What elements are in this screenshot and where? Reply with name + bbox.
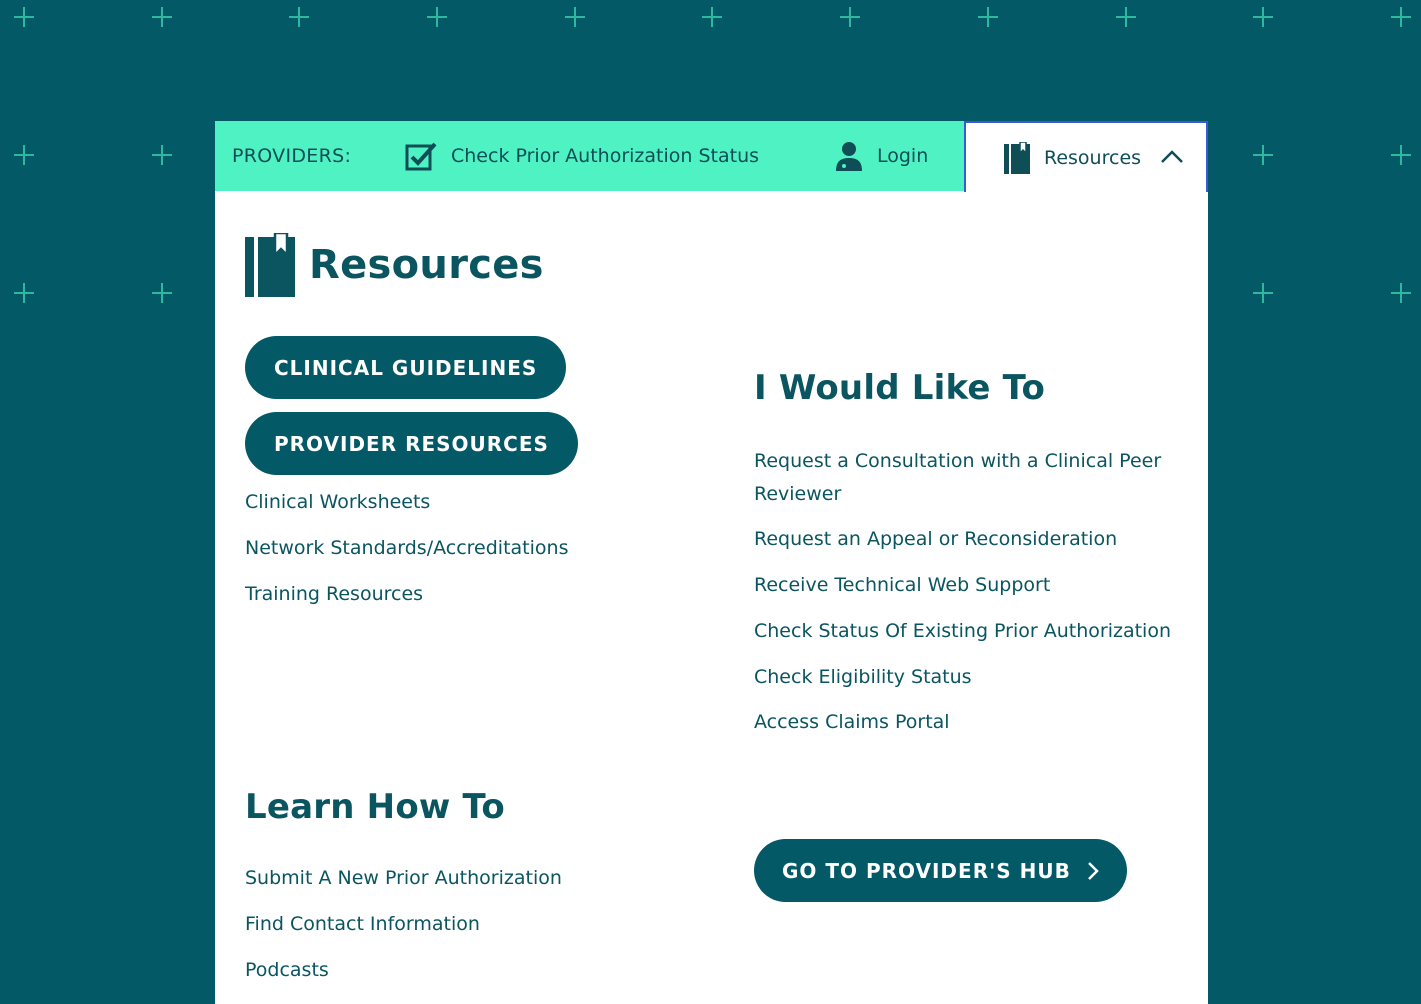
plus-decoration [702, 7, 722, 27]
find-contact-link[interactable]: Find Contact Information [245, 913, 480, 935]
training-resources-link[interactable]: Training Resources [245, 583, 423, 605]
plus-decoration [14, 283, 34, 303]
checkbox-check-icon [405, 142, 437, 171]
check-prior-auth-label: Check Prior Authorization Status [451, 145, 760, 167]
page-title: Resources [309, 242, 544, 288]
plus-decoration [1391, 283, 1411, 303]
chevron-up-icon [1161, 150, 1183, 163]
plus-decoration [152, 145, 172, 165]
learn-how-heading: Learn How To [245, 787, 505, 827]
provider-resources-button[interactable]: PROVIDER RESOURCES [245, 412, 578, 475]
plus-decoration [427, 7, 447, 27]
plus-decoration [978, 7, 998, 27]
request-appeal-link[interactable]: Request an Appeal or Reconsideration [754, 528, 1117, 550]
podcasts-link[interactable]: Podcasts [245, 959, 329, 981]
request-consultation-link[interactable]: Request a Consultation with a Clinical P… [754, 445, 1184, 511]
submit-prior-auth-link[interactable]: Submit A New Prior Authorization [245, 867, 562, 889]
chevron-right-icon [1087, 861, 1099, 880]
clinical-worksheets-link[interactable]: Clinical Worksheets [245, 491, 430, 513]
plus-decoration [152, 283, 172, 303]
providers-hub-button[interactable]: GO TO PROVIDER'S HUB [754, 839, 1127, 902]
doctor-icon [836, 142, 862, 171]
provider-topbar: PROVIDERS: Check Prior Authorization Sta… [215, 121, 1208, 192]
login-link[interactable]: Login [835, 121, 928, 191]
plus-decoration [840, 7, 860, 27]
plus-decoration [1253, 145, 1273, 165]
technical-support-link[interactable]: Receive Technical Web Support [754, 574, 1050, 596]
claims-portal-link[interactable]: Access Claims Portal [754, 711, 950, 733]
clinical-guidelines-button[interactable]: CLINICAL GUIDELINES [245, 336, 567, 399]
providers-hub-label: GO TO PROVIDER'S HUB [782, 858, 1071, 883]
plus-decoration [152, 7, 172, 27]
login-label: Login [877, 145, 929, 167]
plus-decoration [1391, 7, 1411, 27]
check-existing-auth-link[interactable]: Check Status Of Existing Prior Authoriza… [754, 620, 1171, 642]
book-icon [245, 233, 295, 297]
resources-heading: Resources [245, 233, 544, 297]
plus-decoration [1253, 283, 1273, 303]
would-like-heading: I Would Like To [754, 368, 1046, 408]
providers-label: PROVIDERS: [232, 145, 352, 167]
resources-menu-panel: PROVIDERS: Check Prior Authorization Sta… [215, 121, 1208, 1004]
resources-tab-label: Resources [1044, 146, 1142, 169]
plus-decoration [1116, 7, 1136, 27]
plus-decoration [565, 7, 585, 27]
check-eligibility-link[interactable]: Check Eligibility Status [754, 666, 972, 688]
plus-decoration [1391, 145, 1411, 165]
network-standards-link[interactable]: Network Standards/Accreditations [245, 537, 568, 559]
check-prior-auth-link[interactable]: Check Prior Authorization Status [405, 121, 759, 191]
plus-decoration [1253, 7, 1273, 27]
plus-decoration [14, 145, 34, 165]
plus-decoration [289, 7, 309, 27]
book-icon [1004, 141, 1030, 174]
resources-dropdown-tab[interactable]: Resources [964, 121, 1208, 192]
plus-decoration [14, 7, 34, 27]
